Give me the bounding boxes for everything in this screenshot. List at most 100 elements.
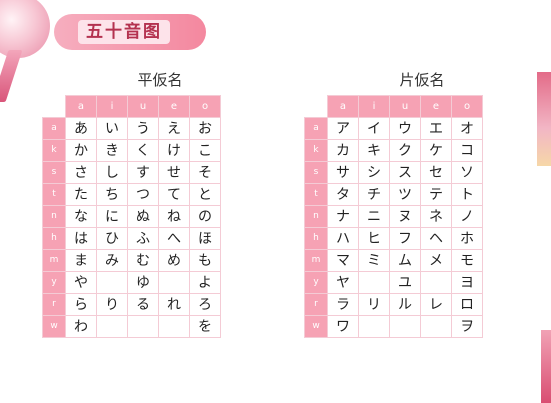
katakana-row: kカキクケコ — [304, 138, 483, 162]
hiragana-kana-cell: つ — [127, 182, 159, 206]
hiragana-kana-cell: ひ — [96, 226, 128, 250]
decorative-fan-handle — [0, 50, 23, 102]
katakana-kana-cell: ラ — [327, 292, 359, 316]
hiragana-kana-cell: あ — [65, 116, 97, 140]
katakana-kana-cell: ヌ — [389, 204, 421, 228]
katakana-consonant-label: t — [304, 182, 328, 206]
hiragana-row: hはひふへほ — [42, 226, 221, 250]
katakana-consonant-label: k — [304, 138, 328, 162]
hiragana-kana-cell: ろ — [189, 292, 221, 316]
katakana-row: hハヒフヘホ — [304, 226, 483, 250]
hiragana-vowel-header: i — [96, 95, 128, 118]
katakana-kana-cell: レ — [420, 292, 452, 316]
katakana-kana-cell: リ — [358, 292, 390, 316]
katakana-vowel-header: a — [327, 95, 359, 118]
katakana-consonant-label: r — [304, 292, 328, 316]
hiragana-kana-cell: ぬ — [127, 204, 159, 228]
katakana-kana-cell: ヘ — [420, 226, 452, 250]
hiragana-vowel-header: a — [65, 95, 97, 118]
hiragana-kana-cell: み — [96, 248, 128, 272]
hiragana-kana-cell: き — [96, 138, 128, 162]
katakana-kana-cell: モ — [451, 248, 483, 272]
hiragana-consonant-label: w — [42, 314, 66, 338]
hiragana-table: aiueoaあいうえおkかきくけこsさしすせそtたちつてとnなにぬねのhはひふへ… — [42, 95, 221, 338]
katakana-corner-cell — [305, 96, 328, 118]
title-banner: 五十音图 — [54, 14, 206, 50]
hiragana-kana-cell: ふ — [127, 226, 159, 250]
katakana-kana-cell: ツ — [389, 182, 421, 206]
katakana-row: rラリルレロ — [304, 292, 483, 316]
hiragana-kana-cell: り — [96, 292, 128, 316]
hiragana-row: mまみむめも — [42, 248, 221, 272]
katakana-kana-cell: エ — [420, 116, 452, 140]
katakana-kana-cell: ヲ — [451, 314, 483, 338]
hiragana-kana-cell: む — [127, 248, 159, 272]
hiragana-consonant-label: t — [42, 182, 66, 206]
katakana-row: mマミムメモ — [304, 248, 483, 272]
katakana-kana-cell: ス — [389, 160, 421, 184]
katakana-kana-cell: ウ — [389, 116, 421, 140]
katakana-title: 片仮名 — [399, 71, 445, 89]
hiragana-vowel-header-row: aiueo — [43, 95, 221, 118]
hiragana-kana-cell: す — [127, 160, 159, 184]
katakana-vowel-header: o — [451, 95, 483, 118]
katakana-consonant-label: a — [304, 116, 328, 140]
hiragana-row: tたちつてと — [42, 182, 221, 206]
hiragana-consonant-label: m — [42, 248, 66, 272]
hiragana-kana-cell: を — [189, 314, 221, 338]
hiragana-kana-cell: へ — [158, 226, 190, 250]
katakana-consonant-label: n — [304, 204, 328, 228]
katakana-row: tタチツテト — [304, 182, 483, 206]
hiragana-kana-cell: め — [158, 248, 190, 272]
katakana-kana-cell — [358, 314, 390, 338]
katakana-row: nナニヌネノ — [304, 204, 483, 228]
hiragana-kana-cell: ゆ — [127, 270, 159, 294]
katakana-kana-cell: シ — [358, 160, 390, 184]
katakana-kana-cell: ヤ — [327, 270, 359, 294]
katakana-kana-cell: サ — [327, 160, 359, 184]
hiragana-kana-cell: こ — [189, 138, 221, 162]
katakana-consonant-label: w — [304, 314, 328, 338]
katakana-kana-cell: メ — [420, 248, 452, 272]
katakana-kana-cell: フ — [389, 226, 421, 250]
katakana-kana-cell: セ — [420, 160, 452, 184]
hiragana-kana-cell: お — [189, 116, 221, 140]
hiragana-kana-cell: と — [189, 182, 221, 206]
katakana-table: aiueoaアイウエオkカキクケコsサシスセソtタチツテトnナニヌネノhハヒフヘ… — [304, 95, 483, 338]
hiragana-vowel-header: u — [127, 95, 159, 118]
hiragana-kana-cell: よ — [189, 270, 221, 294]
hiragana-consonant-label: a — [42, 116, 66, 140]
hiragana-row: nなにぬねの — [42, 204, 221, 228]
katakana-vowel-header-row: aiueo — [305, 95, 483, 118]
katakana-kana-cell: ア — [327, 116, 359, 140]
katakana-kana-cell: テ — [420, 182, 452, 206]
hiragana-kana-cell: な — [65, 204, 97, 228]
katakana-kana-cell: ト — [451, 182, 483, 206]
katakana-kana-cell: ホ — [451, 226, 483, 250]
hiragana-kana-cell: わ — [65, 314, 97, 338]
hiragana-kana-cell: そ — [189, 160, 221, 184]
hiragana-kana-cell: け — [158, 138, 190, 162]
katakana-kana-cell: ニ — [358, 204, 390, 228]
hiragana-kana-cell: れ — [158, 292, 190, 316]
hiragana-row: wわ を — [42, 314, 221, 338]
katakana-kana-cell: マ — [327, 248, 359, 272]
katakana-consonant-label: m — [304, 248, 328, 272]
hiragana-row: kかきくけこ — [42, 138, 221, 162]
hiragana-vowel-header: e — [158, 95, 190, 118]
katakana-kana-cell: オ — [451, 116, 483, 140]
decorative-edge-image-bottom — [541, 330, 551, 403]
hiragana-row: rらりるれろ — [42, 292, 221, 316]
katakana-kana-cell: ヨ — [451, 270, 483, 294]
hiragana-kana-cell: え — [158, 116, 190, 140]
hiragana-kana-cell: う — [127, 116, 159, 140]
katakana-kana-cell: ル — [389, 292, 421, 316]
hiragana-kana-cell: さ — [65, 160, 97, 184]
katakana-kana-cell: ハ — [327, 226, 359, 250]
katakana-kana-cell: ユ — [389, 270, 421, 294]
katakana-consonant-label: h — [304, 226, 328, 250]
hiragana-consonant-label: s — [42, 160, 66, 184]
hiragana-kana-cell: ち — [96, 182, 128, 206]
hiragana-kana-cell: い — [96, 116, 128, 140]
page-title: 五十音图 — [78, 20, 170, 44]
